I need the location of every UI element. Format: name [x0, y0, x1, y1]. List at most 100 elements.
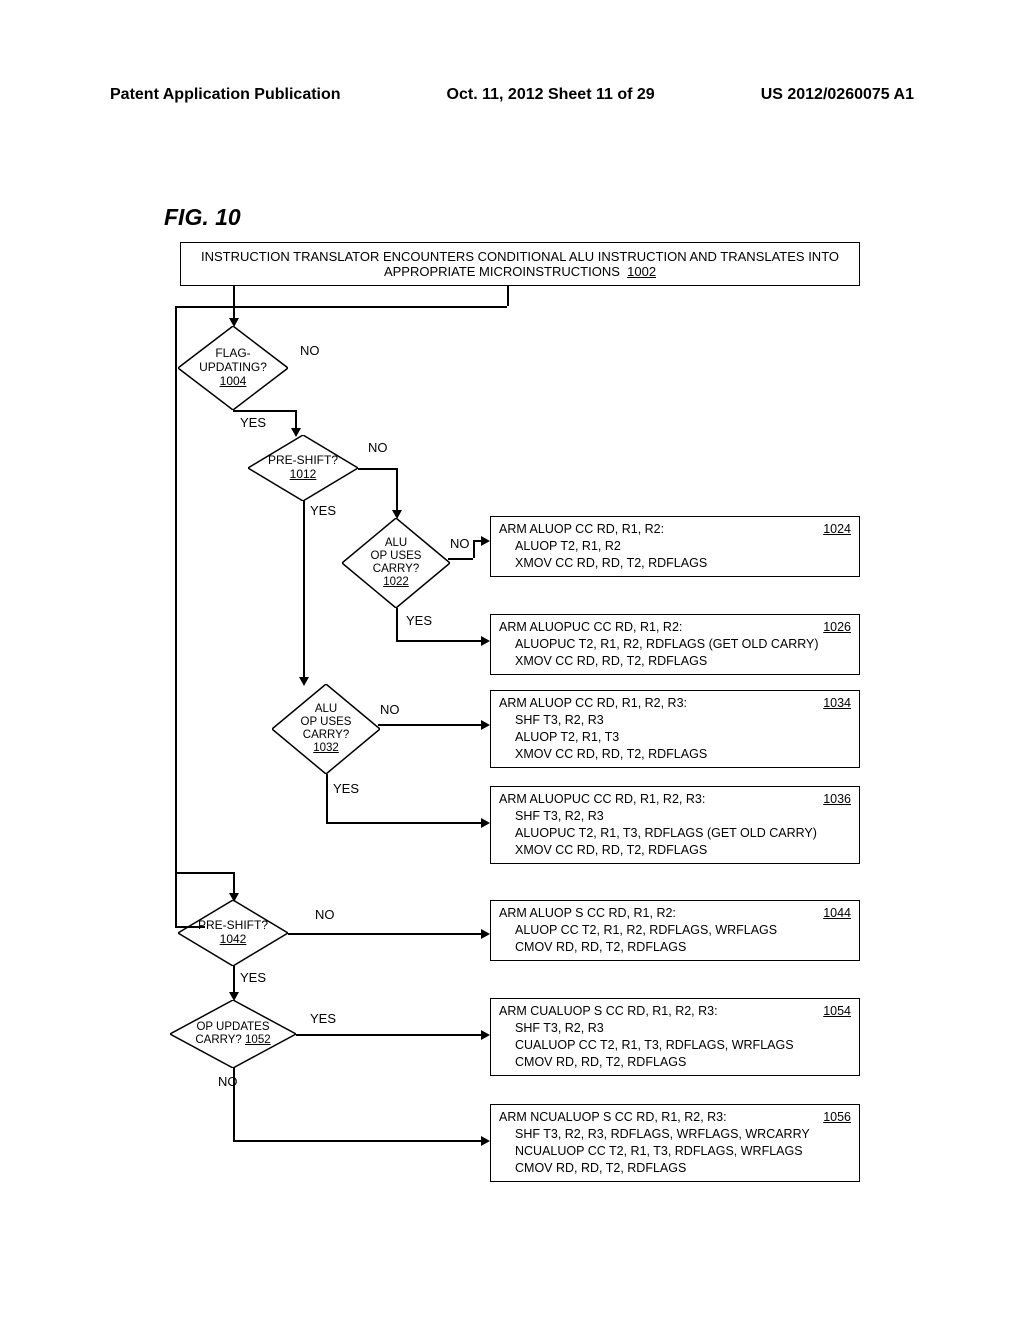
yes-label: YES — [310, 503, 336, 518]
ref-1056: 1056 — [823, 1109, 851, 1126]
r1056-l2: NCUALUOP CC T2, R1, T3, RDFLAGS, WRFLAGS — [499, 1143, 851, 1160]
r1044-title: ARM ALUOP S CC RD, R1, R2: — [499, 905, 851, 922]
d1032-l3: CARRY? — [303, 729, 349, 742]
connector — [396, 608, 398, 640]
r1044-l1: ALUOP CC T2, R1, R2, RDFLAGS, WRFLAGS — [499, 922, 851, 939]
connector — [378, 724, 483, 726]
arrow-right-icon — [481, 929, 490, 939]
connector — [233, 966, 235, 994]
d1042-ref: 1042 — [220, 933, 247, 947]
connector — [326, 822, 483, 824]
no-label: NO — [380, 702, 400, 717]
no-label: NO — [368, 440, 388, 455]
r1036-l1: SHF T3, R2, R3 — [499, 808, 851, 825]
ref-1024: 1024 — [823, 521, 851, 538]
r1054-l2: CUALUOP CC T2, R1, T3, RDFLAGS, WRFLAGS — [499, 1037, 851, 1054]
r1026-title: ARM ALUOPUC CC RD, R1, R2: — [499, 619, 851, 636]
no-label: NO — [218, 1074, 238, 1089]
r1036-l2: ALUOPUC T2, R1, T3, RDFLAGS (GET OLD CAR… — [499, 825, 851, 842]
arrow-right-icon — [481, 720, 490, 730]
r1026-l2: XMOV CC RD, RD, T2, RDFLAGS — [499, 653, 851, 670]
r1024-l2: XMOV CC RD, RD, T2, RDFLAGS — [499, 555, 851, 572]
result-1024: 1024 ARM ALUOP CC RD, R1, R2: ALUOP T2, … — [490, 516, 860, 577]
no-label: NO — [315, 907, 335, 922]
connector — [295, 410, 297, 430]
decision-alu-carry-1032: ALU OP USES CARRY? 1032 — [272, 684, 380, 774]
result-1036: 1036 ARM ALUOPUC CC RD, R1, R2, R3: SHF … — [490, 786, 860, 864]
result-1054: 1054 ARM CUALUOP S CC RD, R1, R2, R3: SH… — [490, 998, 860, 1076]
r1036-title: ARM ALUOPUC CC RD, R1, R2, R3: — [499, 791, 851, 808]
start-text: INSTRUCTION TRANSLATOR ENCOUNTERS CONDIT… — [201, 249, 839, 279]
connector — [507, 286, 509, 306]
yes-label: YES — [240, 970, 266, 985]
decision-alu-carry-1022: ALU OP USES CARRY? 1022 — [342, 518, 450, 608]
d1004-l2: UPDATING? — [199, 361, 267, 375]
decision-op-updates-carry: OP UPDATES CARRY? 1052 — [170, 1000, 296, 1068]
page-header: Patent Application Publication Oct. 11, … — [0, 86, 1024, 104]
no-label: NO — [300, 343, 320, 358]
r1034-title: ARM ALUOP CC RD, R1, R2, R3: — [499, 695, 851, 712]
arrow-right-icon — [481, 636, 490, 646]
r1056-title: ARM NCUALUOP S CC RD, R1, R2, R3: — [499, 1109, 851, 1126]
connector — [233, 410, 295, 412]
d1052-l2: CARRY? — [195, 1034, 241, 1046]
arrow-right-icon — [481, 1030, 490, 1040]
result-1044: 1044 ARM ALUOP S CC RD, R1, R2: ALUOP CC… — [490, 900, 860, 961]
r1034-l2: ALUOP T2, R1, T3 — [499, 729, 851, 746]
header-right: US 2012/0260075 A1 — [761, 86, 914, 104]
r1024-l1: ALUOP T2, R1, R2 — [499, 538, 851, 555]
d1022-l3: CARRY? — [373, 563, 419, 576]
connector — [358, 468, 396, 470]
r1026-l1: ALUOPUC T2, R1, R2, RDFLAGS (GET OLD CAR… — [499, 636, 851, 653]
d1022-ref: 1022 — [383, 576, 409, 589]
start-box: INSTRUCTION TRANSLATOR ENCOUNTERS CONDIT… — [180, 242, 860, 286]
connector — [396, 640, 483, 642]
result-1034: 1034 ARM ALUOP CC RD, R1, R2, R3: SHF T3… — [490, 690, 860, 768]
r1054-title: ARM CUALUOP S CC RD, R1, R2, R3: — [499, 1003, 851, 1020]
r1024-title: ARM ALUOP CC RD, R1, R2: — [499, 521, 851, 538]
d1012-ref: 1012 — [290, 468, 317, 482]
result-1026: 1026 ARM ALUOPUC CC RD, R1, R2: ALUOPUC … — [490, 614, 860, 675]
ref-1054: 1054 — [823, 1003, 851, 1020]
connector — [473, 540, 475, 558]
connector — [233, 286, 235, 320]
r1036-l3: XMOV CC RD, RD, T2, RDFLAGS — [499, 842, 851, 859]
d1012-l1: PRE-SHIFT? — [268, 454, 338, 468]
connector — [233, 1140, 483, 1142]
d1004-ref: 1004 — [220, 375, 247, 389]
r1044-l2: CMOV RD, RD, T2, RDFLAGS — [499, 939, 851, 956]
d1022-l1: ALU — [385, 537, 407, 550]
arrow-right-icon — [481, 1136, 490, 1146]
result-1056: 1056 ARM NCUALUOP S CC RD, R1, R2, R3: S… — [490, 1104, 860, 1182]
decision-pre-shift-1042: PRE-SHIFT? 1042 — [178, 900, 288, 966]
d1032-l2: OP USES — [301, 716, 352, 729]
r1054-l1: SHF T3, R2, R3 — [499, 1020, 851, 1037]
connector — [233, 1068, 235, 1140]
connector — [396, 468, 398, 513]
no-label: NO — [450, 536, 470, 551]
connector — [175, 306, 177, 926]
header-center: Oct. 11, 2012 Sheet 11 of 29 — [341, 86, 761, 104]
d1022-l2: OP USES — [371, 550, 422, 563]
r1054-l3: CMOV RD, RD, T2, RDFLAGS — [499, 1054, 851, 1071]
arrow-right-icon — [481, 536, 490, 546]
d1042-l1: PRE-SHIFT? — [198, 919, 268, 933]
header-left: Patent Application Publication — [110, 86, 341, 104]
d1004-l1: FLAG- — [215, 347, 250, 361]
connector — [448, 558, 473, 560]
decision-pre-shift-1012: PRE-SHIFT? 1012 — [248, 435, 358, 501]
yes-label: YES — [310, 1011, 336, 1026]
figure-label: FIG. 10 — [164, 204, 241, 231]
ref-1036: 1036 — [823, 791, 851, 808]
decision-flag-updating: FLAG- UPDATING? 1004 — [178, 326, 288, 410]
start-ref: 1002 — [627, 264, 656, 279]
r1034-l1: SHF T3, R2, R3 — [499, 712, 851, 729]
d1052-l1: OP UPDATES — [196, 1021, 269, 1034]
arrow-right-icon — [481, 818, 490, 828]
yes-label: YES — [240, 415, 266, 430]
d1052-ref: 1052 — [245, 1034, 271, 1046]
connector — [326, 774, 328, 822]
connector — [296, 1034, 483, 1036]
yes-label: YES — [333, 781, 359, 796]
yes-label: YES — [406, 613, 432, 628]
